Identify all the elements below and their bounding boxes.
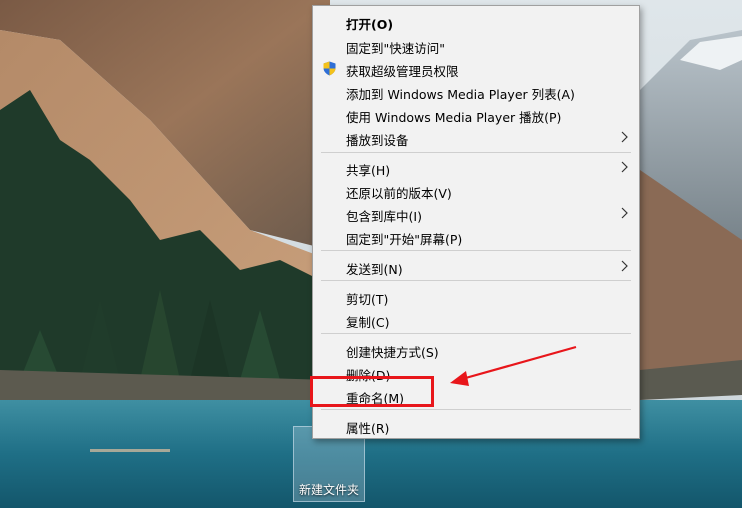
menu-item-restore-versions[interactable]: 还原以前的版本(V) — [313, 179, 639, 201]
menu-separator — [321, 152, 631, 153]
context-menu: 打开(O) 固定到"快速访问" 获取超级管理员权限 添加到 Windows Me… — [312, 5, 640, 439]
menu-item-label: 复制(C) — [346, 315, 390, 330]
menu-item-label: 还原以前的版本(V) — [346, 186, 452, 201]
chevron-right-icon — [621, 260, 628, 272]
menu-item-label: 发送到(N) — [346, 262, 403, 277]
menu-separator — [321, 333, 631, 334]
menu-item-include-in-library[interactable]: 包含到库中(I) — [313, 202, 639, 224]
menu-item-get-admin[interactable]: 获取超级管理员权限 — [313, 57, 639, 79]
menu-item-label: 共享(H) — [346, 163, 391, 178]
menu-item-label: 使用 Windows Media Player 播放(P) — [346, 110, 562, 125]
menu-item-label: 固定到"快速访问" — [346, 41, 445, 56]
chevron-right-icon — [621, 161, 628, 173]
menu-item-add-wmp-list[interactable]: 添加到 Windows Media Player 列表(A) — [313, 80, 639, 102]
menu-separator — [321, 409, 631, 410]
menu-item-label: 添加到 Windows Media Player 列表(A) — [346, 87, 575, 102]
menu-item-cut[interactable]: 剪切(T) — [313, 285, 639, 307]
menu-item-label: 播放到设备 — [346, 133, 409, 148]
chevron-right-icon — [621, 207, 628, 219]
menu-item-label: 获取超级管理员权限 — [346, 64, 459, 79]
menu-item-send-to[interactable]: 发送到(N) — [313, 255, 639, 277]
menu-item-copy[interactable]: 复制(C) — [313, 308, 639, 330]
uac-shield-icon — [323, 61, 336, 76]
menu-item-play-wmp[interactable]: 使用 Windows Media Player 播放(P) — [313, 103, 639, 125]
menu-item-create-shortcut[interactable]: 创建快捷方式(S) — [313, 338, 639, 360]
desktop-folder-label[interactable]: 新建文件夹 — [288, 481, 370, 498]
menu-item-cast-to-device[interactable]: 播放到设备 — [313, 126, 639, 148]
menu-separator — [321, 250, 631, 251]
menu-item-open[interactable]: 打开(O) — [313, 10, 639, 32]
chevron-right-icon — [621, 131, 628, 143]
menu-item-label: 包含到库中(I) — [346, 209, 422, 224]
rename-highlight-box — [310, 376, 434, 407]
menu-item-properties[interactable]: 属性(R) — [313, 414, 639, 436]
menu-item-label: 打开(O) — [346, 17, 394, 32]
menu-item-pin-to-start[interactable]: 固定到"开始"屏幕(P) — [313, 225, 639, 247]
menu-item-label: 创建快捷方式(S) — [346, 345, 439, 360]
menu-item-label: 属性(R) — [346, 421, 390, 436]
menu-item-label: 固定到"开始"屏幕(P) — [346, 232, 463, 247]
menu-item-label: 剪切(T) — [346, 292, 389, 307]
menu-item-pin-quick-access[interactable]: 固定到"快速访问" — [313, 34, 639, 56]
menu-separator — [321, 280, 631, 281]
menu-item-share[interactable]: 共享(H) — [313, 156, 639, 178]
